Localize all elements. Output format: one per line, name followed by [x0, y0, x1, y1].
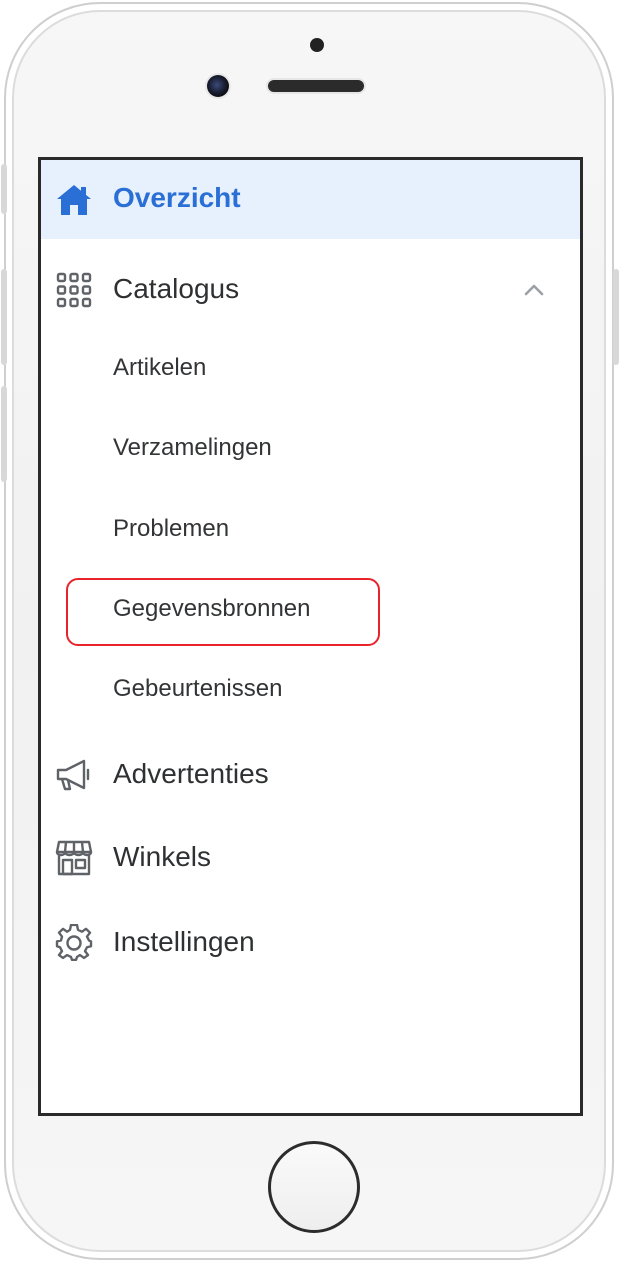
- megaphone-icon: [54, 755, 94, 795]
- nav-item-label: Instellingen: [113, 926, 255, 957]
- subnav-item-verzamelingen[interactable]: Verzamelingen: [113, 434, 272, 462]
- nav-item-catalogus[interactable]: Catalogus: [41, 250, 580, 330]
- subnav-item-problemen[interactable]: Problemen: [113, 515, 229, 543]
- store-icon: [54, 838, 94, 878]
- nav-item-advertenties[interactable]: Advertenties: [41, 735, 580, 815]
- nav-item-label: Winkels: [113, 841, 212, 872]
- nav-item-instellingen[interactable]: Instellingen: [41, 903, 580, 983]
- grid-icon: [54, 270, 94, 310]
- chevron-up-icon[interactable]: [521, 277, 547, 303]
- nav-item-label: Catalogus: [113, 273, 240, 304]
- proximity-sensor: [310, 38, 324, 52]
- front-camera-icon: [207, 75, 229, 97]
- home-icon: [54, 180, 94, 220]
- subnav-item-gegevensbronnen[interactable]: Gegevensbronnen: [113, 595, 310, 623]
- mute-switch: [1, 164, 7, 214]
- power-button: [613, 269, 619, 365]
- home-button[interactable]: [268, 1141, 360, 1233]
- subnav-item-gebeurtenissen[interactable]: Gebeurtenissen: [113, 675, 282, 703]
- nav-item-winkels[interactable]: Winkels: [41, 818, 580, 898]
- volume-down-button: [1, 386, 7, 482]
- screen: Overzicht Catalogus Artikelen Verzamelin…: [38, 157, 583, 1116]
- nav-item-label: Overzicht: [113, 182, 241, 213]
- volume-up-button: [1, 269, 7, 365]
- nav-item-label: Advertenties: [113, 758, 269, 789]
- subnav-item-artikelen[interactable]: Artikelen: [113, 354, 206, 382]
- gear-icon: [54, 923, 94, 963]
- earpiece-speaker: [268, 80, 364, 92]
- nav-item-overzicht[interactable]: Overzicht: [41, 160, 580, 239]
